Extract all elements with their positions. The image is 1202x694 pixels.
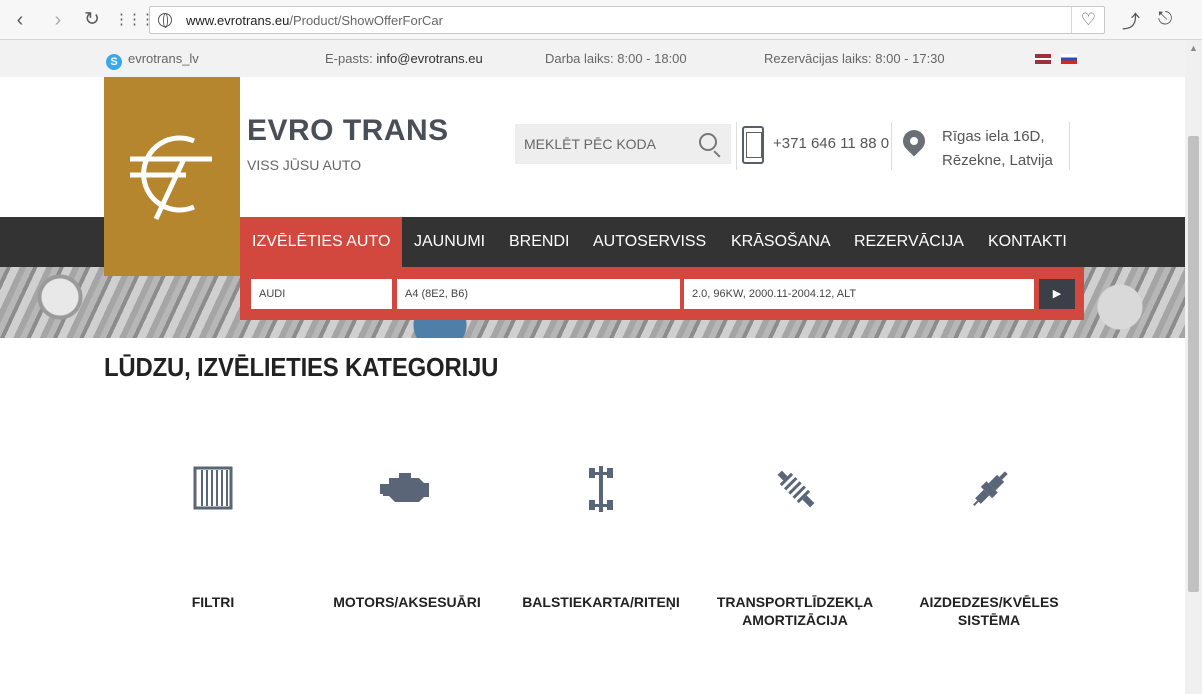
page-scrollbar[interactable]: ▲ <box>1185 40 1202 694</box>
shock-absorber-icon <box>777 470 815 508</box>
search-icon[interactable] <box>699 133 717 151</box>
category-label: MOTORS/AKSESUĀRI <box>333 594 481 610</box>
category-shock-absorbers[interactable]: TRANSPORTLĪDZEKĻA AMORTIZĀCIJA <box>705 460 885 628</box>
divider <box>1071 7 1072 33</box>
scroll-up-icon[interactable]: ▲ <box>1189 43 1198 53</box>
nav-news[interactable]: JAUNUMI <box>414 217 485 267</box>
email-contact: E-pasts: info@evrotrans.eu <box>325 51 483 66</box>
play-arrow-icon: ▶ <box>1052 288 1062 300</box>
brand-tagline: VISS JŪSU AUTO <box>247 157 362 173</box>
spark-plug-icon <box>973 471 1008 506</box>
category-label: BALSTIEKARTA/RITEŅI <box>522 594 680 610</box>
scrollbar-thumb[interactable] <box>1188 136 1199 592</box>
chassis-axle-icon <box>589 466 613 512</box>
address-bar[interactable]: www.evrotrans.eu/Product/ShowOfferForCar… <box>149 6 1105 34</box>
url-text[interactable]: www.evrotrans.eu/Product/ShowOfferForCar <box>186 13 443 28</box>
download-icon[interactable]: ⎋ <box>1158 8 1172 29</box>
make-select[interactable]: AUDI <box>251 279 392 309</box>
brand-title[interactable]: EVRO TRANS <box>247 114 449 148</box>
extension-icon[interactable]: ⤴ <box>1122 8 1140 34</box>
engine-select[interactable]: 2.0, 96KW, 2000.11-2004.12, ALT <box>684 279 1034 309</box>
browser-toolbar: ‹ › ↻ ⋮⋮⋮ www.evrotrans.eu/Product/ShowO… <box>0 0 1202 40</box>
submit-car-button[interactable]: ▶ <box>1039 279 1075 309</box>
top-info-bar: Sevrotrans_lv E-pasts: info@evrotrans.eu… <box>0 40 1185 77</box>
phone-number[interactable]: +371 646 11 88 0 <box>773 135 889 152</box>
working-hours: Darba laiks: 8:00 - 18:00 <box>545 51 687 66</box>
url-host: www.evrotrans.eu <box>186 13 290 28</box>
reservation-hours: Rezervācijas laiks: 8:00 - 17:30 <box>764 51 945 66</box>
russian-flag-icon[interactable] <box>1061 54 1077 64</box>
divider <box>891 122 892 170</box>
logo[interactable] <box>104 77 240 276</box>
category-label: AIZDEDZES/KVĒLES SISTĒMA <box>919 594 1059 628</box>
skype-contact[interactable]: Sevrotrans_lv <box>106 51 199 70</box>
engine-icon <box>380 473 429 502</box>
category-ignition[interactable]: AIZDEDZES/KVĒLES SISTĒMA <box>899 460 1079 628</box>
model-select[interactable]: A4 (8E2, B6) <box>397 279 680 309</box>
address-line-2: Rēzekne, Latvija <box>942 152 1053 169</box>
code-search-input[interactable]: MEKLĒT PĒC KODA <box>515 124 731 164</box>
latvian-flag-icon[interactable] <box>1035 54 1051 64</box>
globe-icon <box>158 13 172 28</box>
back-icon[interactable]: ‹ <box>8 8 32 32</box>
skype-name: evrotrans_lv <box>128 51 199 66</box>
divider <box>736 122 737 170</box>
phone-icon <box>742 126 764 164</box>
category-label: TRANSPORTLĪDZEKĻA AMORTIZĀCIJA <box>716 594 874 628</box>
category-suspension[interactable]: BALSTIEKARTA/RITEŅI <box>511 460 691 610</box>
apps-grid-icon[interactable]: ⋮⋮⋮ <box>114 8 155 32</box>
category-engine[interactable]: MOTORS/AKSESUĀRI <box>317 460 497 610</box>
air-filter-icon <box>193 466 233 510</box>
address-line-1: Rīgas iela 16D, <box>942 128 1045 145</box>
nav-painting[interactable]: KRĀSOŠANA <box>731 217 831 267</box>
url-path: /Product/ShowOfferForCar <box>289 13 443 28</box>
euro-logo-icon <box>130 135 212 221</box>
heart-icon[interactable]: ♡ <box>1081 10 1096 30</box>
email-label: E-pasts: <box>325 51 373 66</box>
email-link[interactable]: info@evrotrans.eu <box>376 51 482 66</box>
page-title: LŪDZU, IZVĒLIETIES KATEGORIJU <box>104 352 499 382</box>
nav-brands[interactable]: BRENDI <box>509 217 569 267</box>
reload-icon[interactable]: ↻ <box>80 8 104 32</box>
nav-autoservice[interactable]: AUTOSERVISS <box>593 217 706 267</box>
forward-icon[interactable]: › <box>46 8 70 32</box>
nav-reservation[interactable]: REZERVĀCIJA <box>854 217 964 267</box>
nav-choose-car[interactable]: IZVĒLĒTIES AUTO <box>240 217 403 267</box>
skype-icon: S <box>106 54 122 70</box>
search-placeholder: MEKLĒT PĒC KODA <box>524 136 657 152</box>
category-label: FILTRI <box>191 594 235 610</box>
category-filters[interactable]: FILTRI <box>123 460 303 610</box>
car-selector: AUDI A4 (8E2, B6) 2.0, 96KW, 2000.11-200… <box>240 267 1084 320</box>
address: Rīgas iela 16D, Rēzekne, Latvija <box>942 125 1053 173</box>
nav-contacts[interactable]: KONTAKTI <box>988 217 1067 267</box>
divider <box>1069 122 1070 170</box>
